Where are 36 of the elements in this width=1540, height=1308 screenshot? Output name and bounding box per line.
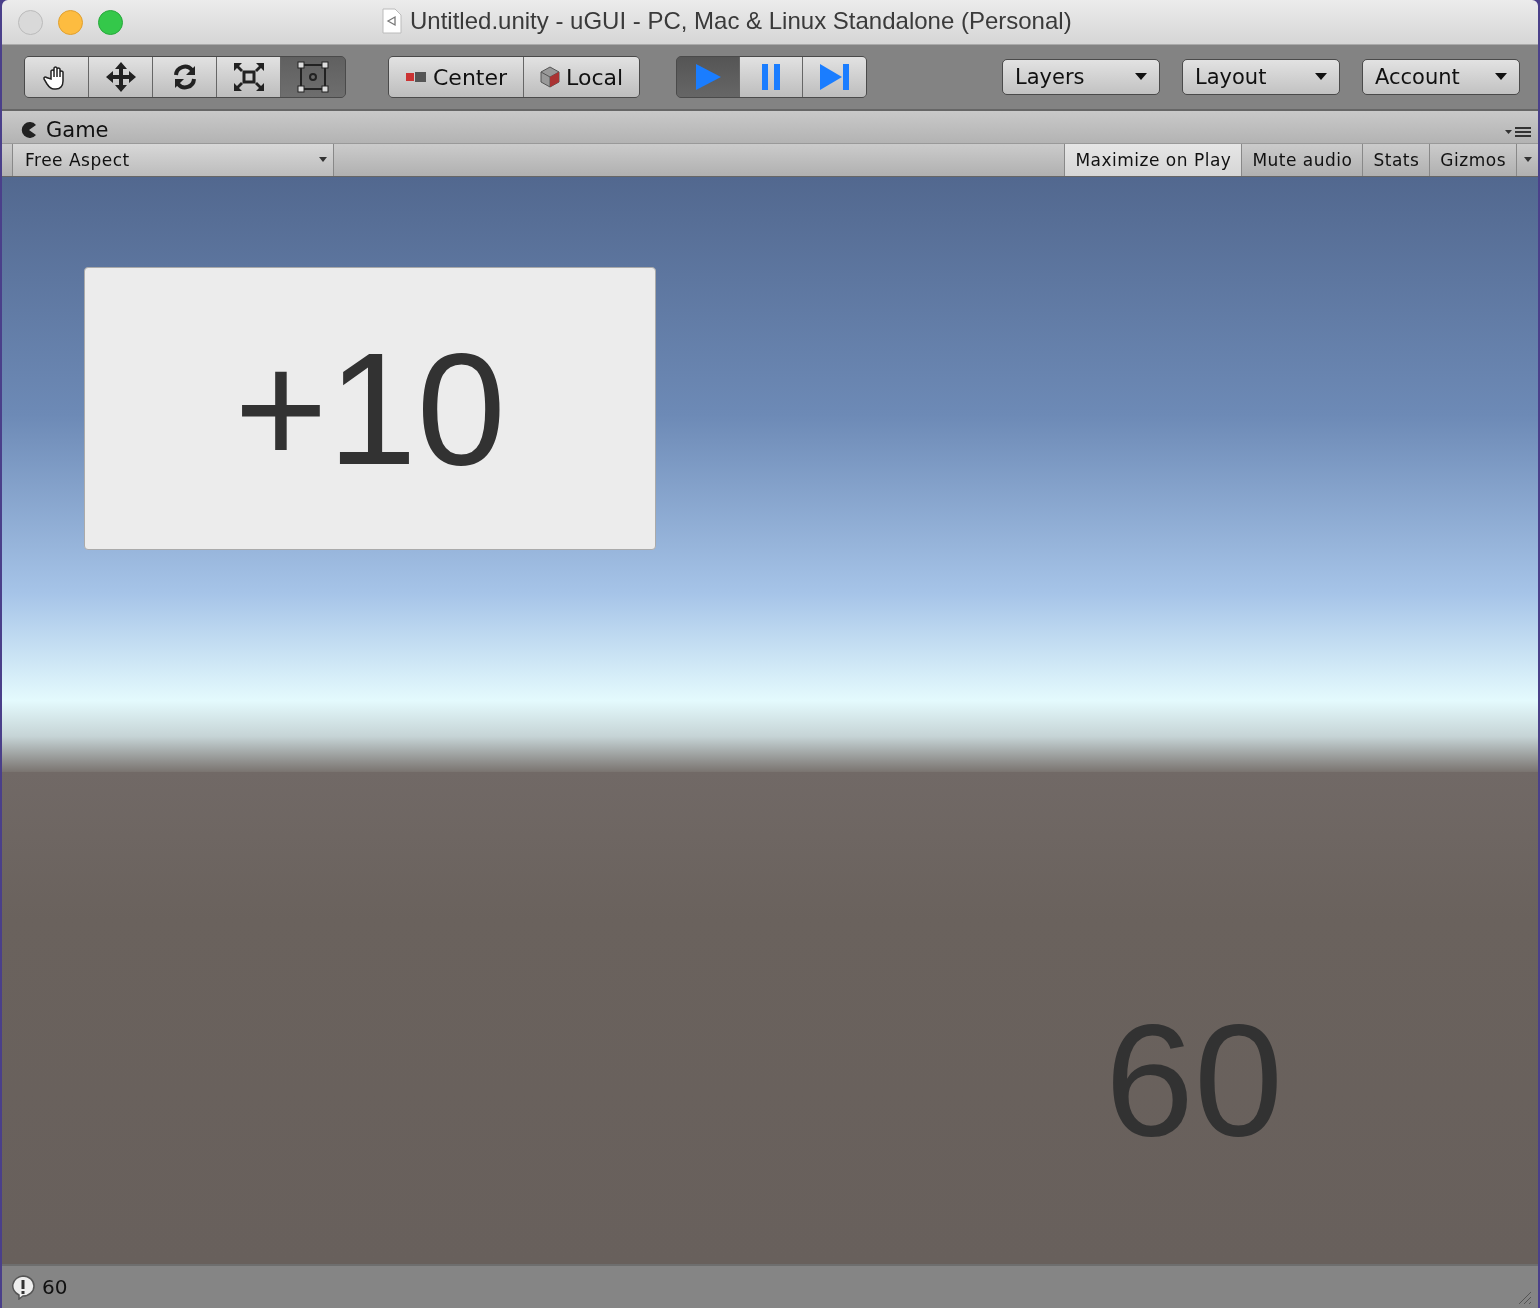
dropdown-button[interactable]: Account — [1362, 59, 1520, 95]
dropdown-button[interactable]: Layers — [1002, 59, 1160, 95]
score-button[interactable]: +10 — [84, 267, 656, 550]
step-button[interactable] — [803, 57, 867, 97]
move-icon — [104, 61, 137, 93]
caret-icon — [1315, 73, 1327, 81]
resize-grip-icon[interactable] — [1518, 1291, 1532, 1305]
aspect-dropdown[interactable]: Free Aspect — [12, 144, 334, 176]
cube-icon — [540, 66, 561, 88]
local-pivot-button[interactable]: Local — [524, 57, 640, 97]
score-text: 60 — [1105, 1000, 1283, 1160]
pivot-center-icon — [405, 70, 427, 84]
caret-icon — [1135, 73, 1147, 81]
dropdown-button[interactable]: Layout — [1182, 59, 1340, 95]
window-title: Untitled.unity - uGUI - PC, Mac & Linux Standalone (Personal) — [410, 7, 1072, 35]
status-message: 60 — [42, 1275, 68, 1299]
scale-icon — [231, 61, 266, 93]
toggle-button[interactable]: Maximize on Play — [1064, 144, 1242, 176]
rect-tool-button[interactable] — [281, 57, 345, 97]
rect-tool-icon — [296, 60, 330, 94]
caret-icon — [319, 157, 327, 163]
move-tool-button[interactable] — [89, 57, 153, 97]
caret-icon — [1495, 73, 1507, 81]
game-tab[interactable]: Game — [20, 118, 109, 142]
step-icon — [818, 62, 851, 92]
document-icon — [382, 8, 402, 34]
center-pivot-button[interactable]: Center — [389, 57, 525, 97]
pacman-icon — [20, 121, 38, 139]
pause-icon — [760, 63, 783, 91]
rotate-tool-button[interactable] — [153, 57, 217, 97]
menu-icon[interactable] — [1504, 125, 1532, 139]
caret-icon — [1523, 157, 1532, 163]
hand-tool-button[interactable] — [25, 57, 89, 97]
scale-tool-button[interactable] — [217, 57, 281, 97]
pause-button[interactable] — [740, 57, 804, 97]
info-icon — [10, 1274, 36, 1300]
